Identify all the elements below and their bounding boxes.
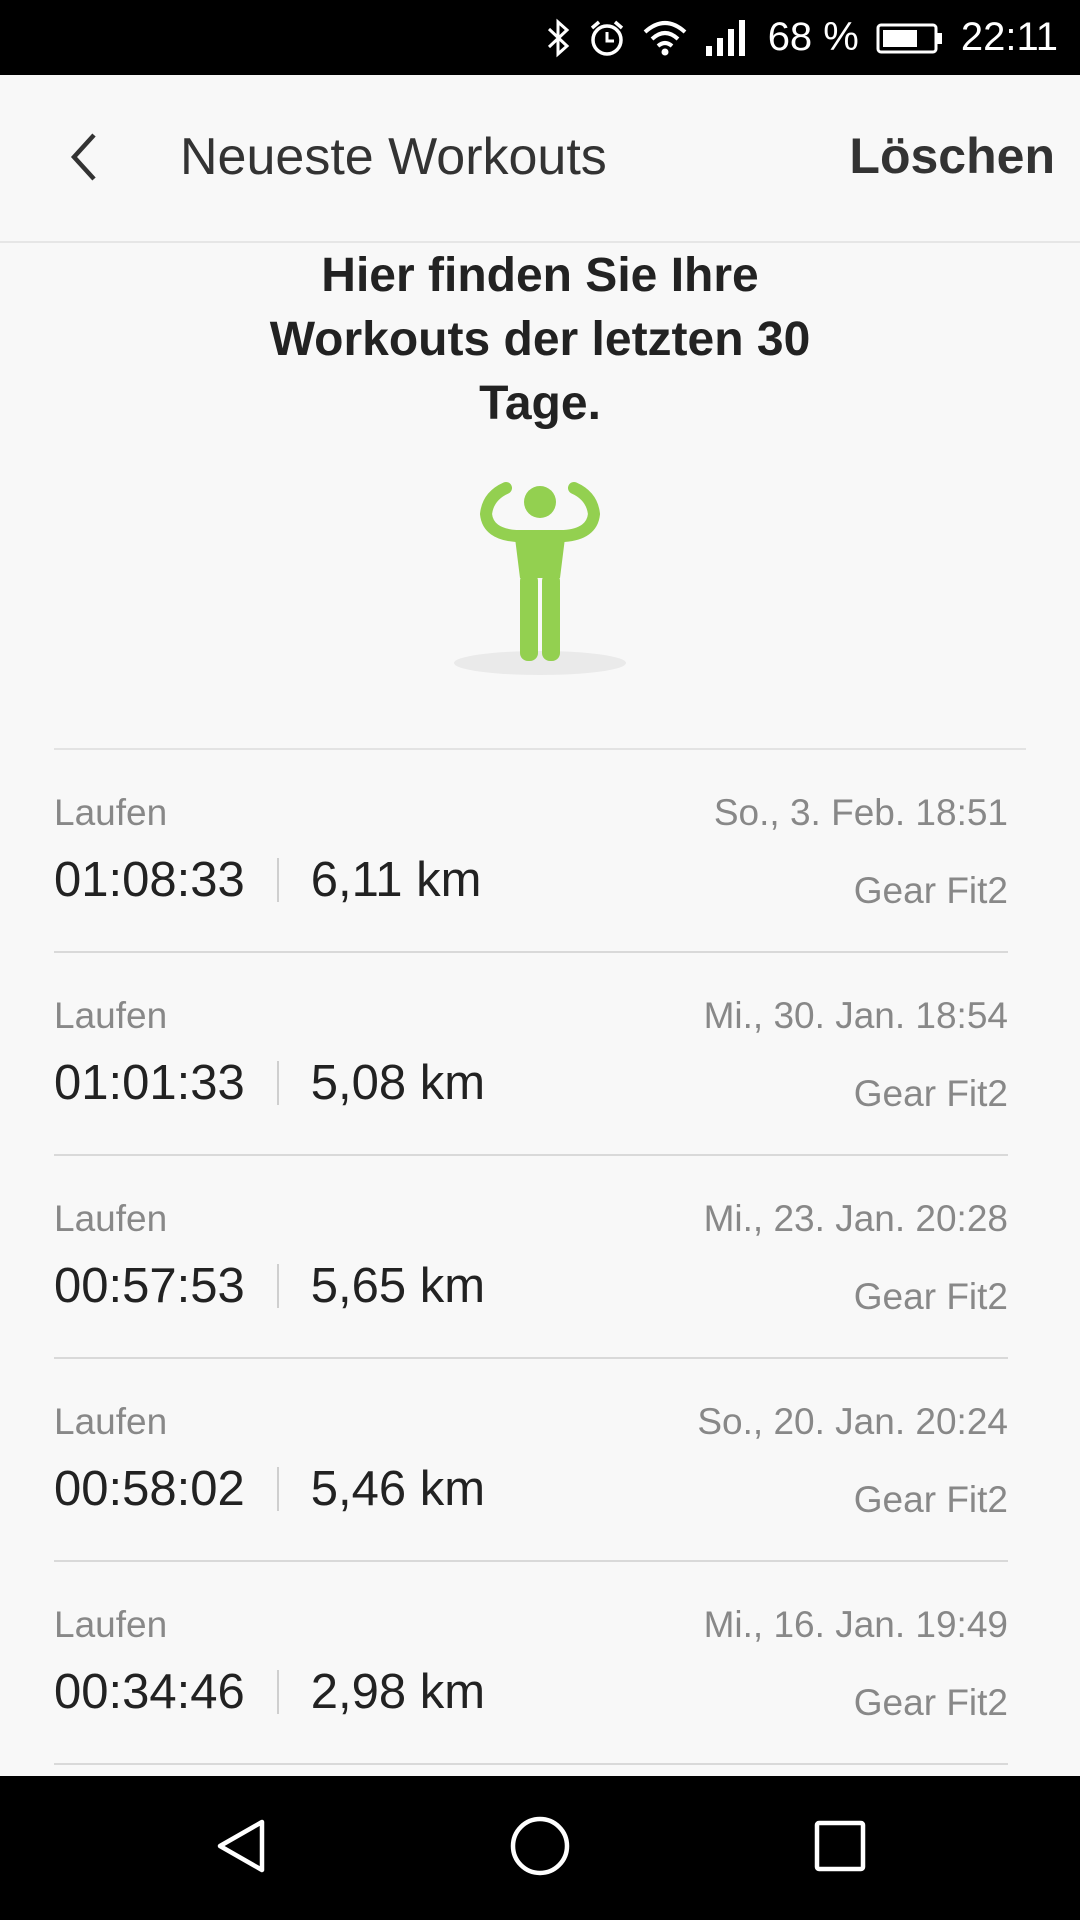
signal-icon xyxy=(704,18,748,58)
workout-device: Gear Fit2 xyxy=(853,870,1008,911)
nav-recents-button[interactable] xyxy=(690,1776,990,1920)
workout-date: So., 3. Feb. 18:51 xyxy=(713,792,1008,833)
workout-date: So., 20. Jan. 20:24 xyxy=(697,1401,1008,1442)
back-button[interactable] xyxy=(52,127,116,191)
alarm-icon xyxy=(588,18,626,58)
workout-metrics: 01:08:33 6,11 km xyxy=(54,852,481,908)
battery-percent: 68 % xyxy=(767,15,859,59)
workout-type: Laufen xyxy=(54,1198,168,1239)
workout-row[interactable]: Laufen Mi., 23. Jan. 20:28 00:57:53 5,65… xyxy=(54,1156,1008,1359)
workout-type: Laufen xyxy=(54,1604,168,1645)
workout-date: Mi., 30. Jan. 18:54 xyxy=(703,995,1008,1036)
intro-line-3: Tage. xyxy=(479,377,601,430)
workout-duration: 01:08:33 xyxy=(54,853,245,907)
workout-distance: 2,98 km xyxy=(310,1665,486,1719)
workout-metrics: 00:58:02 5,46 km xyxy=(54,1461,485,1517)
triangle-back-icon xyxy=(212,1816,268,1881)
chevron-left-icon xyxy=(64,129,104,190)
bluetooth-icon xyxy=(546,18,572,58)
workout-type: Laufen xyxy=(54,792,168,833)
status-bar: 68 % 22:11 xyxy=(0,0,1080,75)
square-recents-icon xyxy=(812,1818,868,1879)
workout-list: Laufen So., 3. Feb. 18:51 01:08:33 6,11 … xyxy=(0,750,1080,1765)
metric-separator xyxy=(276,1467,279,1511)
workout-duration: 00:34:46 xyxy=(54,1665,245,1719)
workout-metrics: 00:34:46 2,98 km xyxy=(54,1664,485,1720)
workout-distance: 5,46 km xyxy=(310,1462,486,1516)
workout-distance: 6,11 km xyxy=(310,853,482,907)
workout-duration: 01:01:33 xyxy=(54,1056,245,1110)
workout-row[interactable]: Laufen Mi., 30. Jan. 18:54 01:01:33 5,08… xyxy=(54,953,1008,1156)
workout-device: Gear Fit2 xyxy=(853,1682,1008,1723)
nav-back-button[interactable] xyxy=(90,1776,390,1920)
circle-home-icon xyxy=(509,1815,571,1882)
intro-line-1: Hier finden Sie Ihre xyxy=(321,249,759,302)
workout-type: Laufen xyxy=(54,995,168,1036)
system-nav-bar xyxy=(0,1776,1080,1920)
wifi-icon xyxy=(642,18,688,58)
page-title: Neueste Workouts xyxy=(180,128,607,186)
intro-line-2: Workouts der letzten 30 xyxy=(269,313,811,366)
workout-date: Mi., 23. Jan. 20:28 xyxy=(703,1198,1008,1239)
status-clock: 22:11 xyxy=(960,15,1058,59)
workout-metrics: 01:01:33 5,08 km xyxy=(54,1055,485,1111)
workout-device: Gear Fit2 xyxy=(853,1276,1008,1317)
workout-row[interactable]: Laufen So., 3. Feb. 18:51 01:08:33 6,11 … xyxy=(54,750,1008,953)
workout-date: Mi., 16. Jan. 19:49 xyxy=(703,1604,1008,1645)
workout-distance: 5,08 km xyxy=(310,1056,486,1110)
workout-duration: 00:58:02 xyxy=(54,1462,245,1516)
delete-button[interactable]: Löschen xyxy=(849,127,1055,185)
nav-home-button[interactable] xyxy=(390,1776,690,1920)
intro-section: Hier finden Sie Ihre Workouts der letzte… xyxy=(0,244,1080,436)
workout-distance: 5,65 km xyxy=(310,1259,486,1313)
workout-device: Gear Fit2 xyxy=(853,1073,1008,1114)
workout-device: Gear Fit2 xyxy=(853,1479,1008,1520)
workout-type: Laufen xyxy=(54,1401,168,1442)
flexing-person-illustration xyxy=(450,478,630,688)
intro-text: Hier finden Sie Ihre Workouts der letzte… xyxy=(230,244,850,436)
metric-separator xyxy=(276,858,279,902)
workout-duration: 00:57:53 xyxy=(54,1259,245,1313)
metric-separator xyxy=(276,1061,279,1105)
workout-row[interactable]: Laufen So., 20. Jan. 20:24 00:58:02 5,46… xyxy=(54,1359,1008,1562)
metric-separator xyxy=(276,1670,279,1714)
app-bar: Neueste Workouts Löschen xyxy=(0,75,1080,243)
workout-metrics: 00:57:53 5,65 km xyxy=(54,1258,485,1314)
workout-row[interactable]: Laufen Mi., 16. Jan. 19:49 00:34:46 2,98… xyxy=(54,1562,1008,1765)
metric-separator xyxy=(276,1264,279,1308)
battery-icon xyxy=(875,18,945,58)
